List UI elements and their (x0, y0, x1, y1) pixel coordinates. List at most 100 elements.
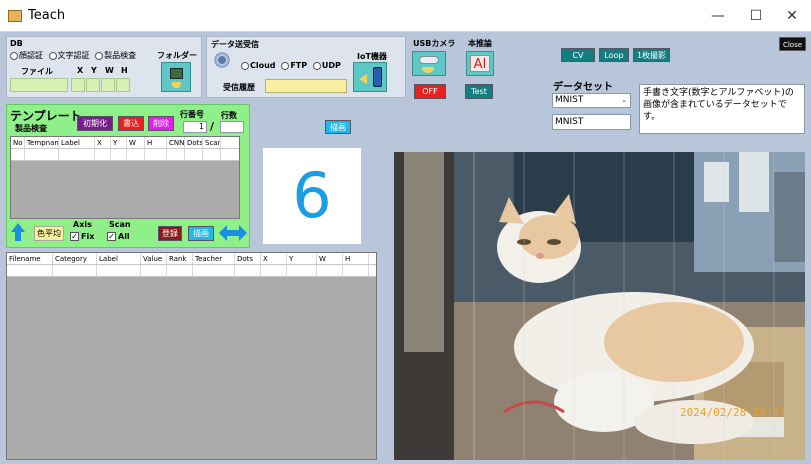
column-header[interactable]: Category (53, 253, 97, 264)
grid-cell[interactable] (185, 149, 203, 161)
grid-cell[interactable] (59, 149, 95, 161)
radio-face[interactable] (10, 51, 18, 60)
recv-history-field[interactable] (265, 79, 347, 93)
usb-camera-toggle[interactable] (412, 51, 446, 76)
draw-button[interactable]: 描画 (325, 120, 351, 134)
radio-ftp[interactable] (281, 61, 290, 70)
column-header[interactable]: W (127, 137, 145, 148)
row-count-input[interactable] (220, 121, 244, 133)
x-input[interactable] (71, 78, 85, 92)
results-grid[interactable]: Filename Category Label Value Rank Teacher Dot… (6, 252, 377, 460)
column-header[interactable]: Y (287, 253, 317, 264)
close-app-button[interactable]: Close (779, 37, 806, 51)
usb-off-button[interactable]: OFF (414, 84, 446, 99)
test-button[interactable]: Test (465, 84, 493, 99)
column-header[interactable]: X (95, 137, 111, 148)
radio-product[interactable] (95, 51, 104, 60)
grid-cell[interactable] (343, 265, 369, 277)
register-button[interactable]: 登録 (158, 226, 182, 241)
inference-label: 本推論 (468, 39, 492, 48)
cv-button[interactable]: CV (561, 48, 595, 62)
template-grid-row[interactable] (11, 149, 239, 161)
grid-cell[interactable] (25, 149, 59, 161)
ai-button[interactable]: AI (466, 51, 494, 76)
radio-char-label: 文字認証 (57, 51, 90, 60)
photo-timestamp: 2024/02/28 14:41 (680, 406, 786, 419)
folder-label: フォルダー (157, 51, 197, 60)
file-label: ファイル (21, 67, 53, 76)
grid-cell[interactable] (193, 265, 235, 277)
dataset-select[interactable]: MNIST ⌄ (552, 93, 631, 108)
column-header[interactable]: Value (141, 253, 167, 264)
grid-cell[interactable] (7, 265, 53, 277)
grid-cell[interactable] (141, 265, 167, 277)
maximize-button[interactable]: ☐ (738, 4, 774, 28)
column-header[interactable]: H (145, 137, 167, 148)
init-button[interactable]: 初期化 (77, 116, 113, 131)
grid-cell[interactable] (145, 149, 167, 161)
column-header[interactable]: X (261, 253, 287, 264)
template-draw-button[interactable]: 描画 (188, 226, 214, 241)
template-subtitle: 製品検査 (15, 124, 47, 133)
grid-cell[interactable] (287, 265, 317, 277)
file-input[interactable] (10, 78, 68, 92)
grid-cell[interactable] (203, 149, 221, 161)
grid-cell[interactable] (167, 149, 185, 161)
radio-cloud[interactable] (241, 61, 249, 70)
h-input[interactable] (116, 78, 130, 92)
capture-button[interactable]: 1枚撮影 (633, 48, 670, 62)
results-grid-row[interactable] (7, 265, 376, 277)
recv-history-label: 受信履歴 (223, 83, 255, 92)
column-header[interactable]: Rank (167, 253, 193, 264)
column-header[interactable]: No (11, 137, 25, 148)
column-header[interactable]: Scan (203, 137, 221, 148)
column-header[interactable]: Tempname (25, 137, 59, 148)
column-header[interactable]: Label (97, 253, 141, 264)
grid-cell[interactable] (53, 265, 97, 277)
iot-button[interactable] (353, 62, 387, 92)
column-header[interactable]: Dots (235, 253, 261, 264)
row-no-input[interactable]: 1 (183, 121, 207, 133)
left-right-arrow-icon[interactable] (219, 225, 247, 241)
write-button[interactable]: 書込 (118, 116, 144, 131)
close-window-button[interactable]: ✕ (774, 4, 810, 28)
arrow-down-icon (172, 82, 181, 88)
column-header[interactable]: Y (111, 137, 127, 148)
radio-udp[interactable] (312, 61, 321, 70)
avg-color-button[interactable]: 色平均 (34, 226, 64, 241)
loop-button[interactable]: Loop (599, 48, 629, 62)
radio-face-label: 顔認証 (19, 51, 43, 60)
grid-cell[interactable] (95, 149, 111, 161)
minimize-button[interactable]: — (700, 4, 736, 28)
grid-cell[interactable] (111, 149, 127, 161)
template-grid[interactable]: NoTempnameLabelXYWHCNNDotsScan (10, 136, 240, 219)
dataset-name-field[interactable]: MNIST (552, 114, 631, 130)
radio-char[interactable] (48, 51, 57, 60)
column-header[interactable]: H (343, 253, 369, 264)
y-input[interactable] (86, 78, 100, 92)
grid-cell[interactable] (235, 265, 261, 277)
arrow-up-icon[interactable] (11, 223, 25, 241)
arrow-left-icon (359, 74, 367, 84)
results-grid-header: Filename Category Label Value Rank Teacher Dot… (7, 253, 376, 265)
grid-cell[interactable] (127, 149, 145, 161)
folder-button[interactable] (161, 62, 191, 92)
grid-cell[interactable] (167, 265, 193, 277)
db-panel: DB 顔認証 文字認証 製品検査 フォルダー ファイル X Y W H (6, 36, 202, 98)
column-header[interactable]: Teacher (193, 253, 235, 264)
dataset-description[interactable]: 手書き文字(数字とアルファベット)の画像が含まれているデータセットです。 (639, 84, 805, 134)
column-header[interactable]: W (317, 253, 343, 264)
column-header[interactable]: Dots (185, 137, 203, 148)
grid-cell[interactable] (97, 265, 141, 277)
grid-cell[interactable] (261, 265, 287, 277)
column-header[interactable]: Filename (7, 253, 53, 264)
delete-button[interactable]: 削除 (148, 116, 174, 131)
y-label: Y (91, 66, 97, 75)
w-input[interactable] (101, 78, 115, 92)
scan-all-checkbox[interactable]: ✓ (107, 232, 116, 241)
column-header[interactable]: Label (59, 137, 95, 148)
axis-fix-checkbox[interactable]: ✓ (70, 232, 79, 241)
grid-cell[interactable] (317, 265, 343, 277)
grid-cell[interactable] (11, 149, 25, 161)
column-header[interactable]: CNN (167, 137, 185, 148)
